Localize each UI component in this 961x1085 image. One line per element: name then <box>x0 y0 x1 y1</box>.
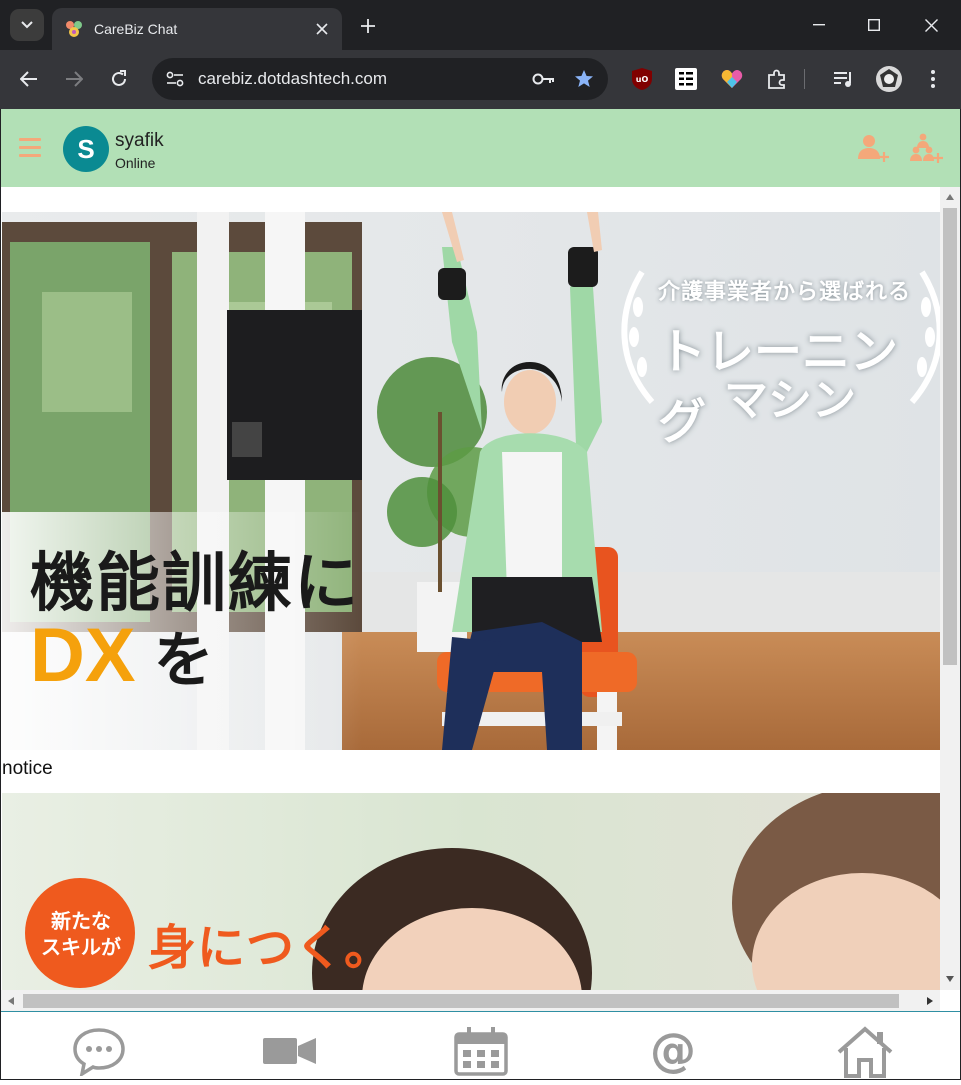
browser-toolbar: carebiz.dotdashtech.com uO <box>0 50 961 109</box>
reload-button[interactable] <box>104 64 134 94</box>
skill-headline: 身につく。 <box>148 922 394 975</box>
minimize-button[interactable] <box>802 10 836 40</box>
svg-text:@: @ <box>650 1026 696 1076</box>
toolbar-divider <box>800 66 808 92</box>
back-button[interactable] <box>14 64 44 94</box>
browser-tab[interactable]: CareBiz Chat <box>52 8 342 50</box>
video-icon[interactable] <box>262 1026 318 1076</box>
banner2-illustration <box>2 793 940 990</box>
arrow-left-icon <box>20 71 37 87</box>
app-header: S syafik Online <box>1 109 960 187</box>
browser-tab-bar: CareBiz Chat <box>0 0 961 50</box>
svg-text:uO: uO <box>636 75 649 84</box>
maximize-icon <box>868 19 880 31</box>
chat-icon[interactable] <box>71 1026 127 1078</box>
calendar-icon[interactable] <box>453 1026 509 1076</box>
arrow-right-icon <box>66 71 83 87</box>
site-settings-icon[interactable] <box>166 71 184 87</box>
minimize-icon <box>813 24 825 26</box>
chevron-down-icon <box>21 21 33 29</box>
bottom-navigation: @ <box>1 1011 960 1080</box>
skill-badge-line1: 新たな <box>51 911 111 933</box>
skills-banner[interactable]: 新たな スキルが 身につく。 <box>2 793 940 990</box>
tab-title: CareBiz Chat <box>94 21 178 37</box>
key-icon[interactable] <box>532 72 556 86</box>
main-content: 介護事業者から選ばれる トレーニング マシン 機能訓練に DX を notice <box>1 187 960 1011</box>
banner-dx: DX <box>30 613 136 698</box>
forward-button[interactable] <box>59 64 89 94</box>
carebiz-favicon-icon <box>64 19 84 39</box>
media-queue-icon[interactable] <box>831 66 857 92</box>
scroll-up-arrow-icon[interactable] <box>945 193 955 201</box>
mention-icon[interactable]: @ <box>647 1023 703 1077</box>
bookmark-star-icon[interactable] <box>574 69 594 89</box>
banner-wo: を <box>153 627 214 694</box>
ublock-extension-icon[interactable]: uO <box>629 66 655 92</box>
maximize-button[interactable] <box>857 10 891 40</box>
banner-headline: 機能訓練に <box>30 547 360 619</box>
reader-extension-icon[interactable] <box>673 66 699 92</box>
url-text: carebiz.dotdashtech.com <box>198 69 387 88</box>
tab-search-button[interactable] <box>10 9 44 41</box>
avatar[interactable]: S <box>63 126 109 172</box>
close-icon <box>924 18 938 32</box>
tab-close-icon[interactable] <box>314 21 330 37</box>
vertical-scroll-thumb[interactable] <box>943 208 957 665</box>
home-icon[interactable] <box>835 1026 893 1078</box>
scroll-left-arrow-icon[interactable] <box>7 996 15 1006</box>
menu-icon[interactable] <box>19 138 41 158</box>
add-group-icon[interactable] <box>909 133 943 163</box>
extensions-puzzle-icon[interactable] <box>764 66 790 92</box>
user-status: Online <box>115 155 156 171</box>
address-bar[interactable]: carebiz.dotdashtech.com <box>152 58 608 100</box>
horizontal-scrollbar[interactable] <box>1 990 940 1011</box>
skill-badge-line2: スキルが <box>41 937 121 959</box>
username: syafik <box>115 130 164 151</box>
horizontal-scroll-thumb[interactable] <box>23 994 899 1008</box>
browser-menu-icon[interactable] <box>920 66 946 92</box>
add-user-icon[interactable] <box>857 133 891 163</box>
scroll-down-arrow-icon[interactable] <box>945 975 955 983</box>
reload-icon <box>112 70 126 86</box>
plus-icon <box>361 19 375 33</box>
notice-label: notice <box>2 758 53 779</box>
banner-title-line2: マシン <box>724 376 856 425</box>
vertical-scrollbar[interactable] <box>940 187 960 990</box>
banner-dx-row: DX を <box>30 612 214 699</box>
profile-avatar-icon[interactable] <box>875 65 903 93</box>
new-tab-button[interactable] <box>354 12 382 40</box>
training-machine-banner[interactable]: 介護事業者から選ばれる トレーニング マシン 機能訓練に DX を <box>2 212 940 750</box>
scroll-right-arrow-icon[interactable] <box>926 996 934 1006</box>
close-window-button[interactable] <box>914 10 948 40</box>
banner-tagline: 介護事業者から選ばれる <box>658 279 912 304</box>
heart-extension-icon[interactable] <box>719 66 745 92</box>
